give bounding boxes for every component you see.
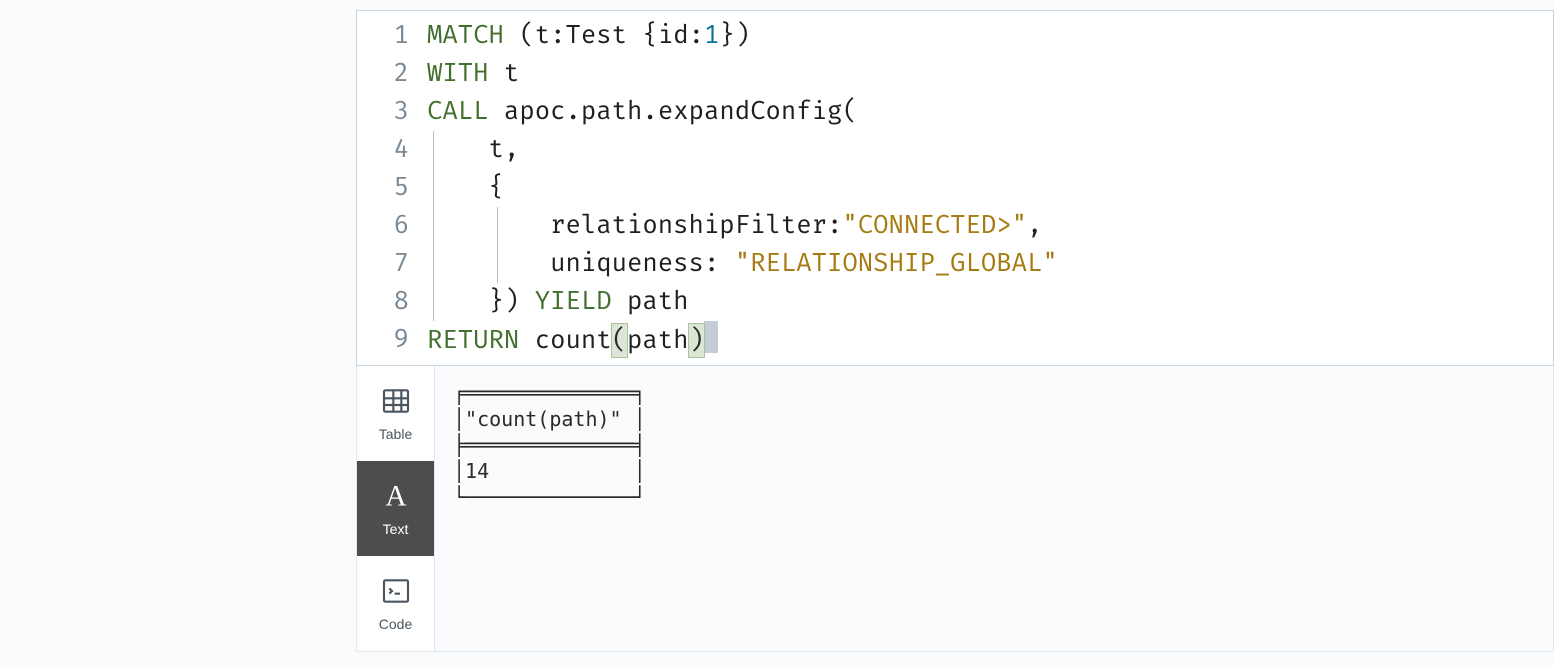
result-line: └──────────────┘ [453,484,1535,510]
tab-table-label: Table [379,426,412,442]
line-number: 4 [357,131,409,169]
query-panel: 123456789 MATCH (t:Test {id:1})WITH tCAL… [356,10,1554,652]
code-line[interactable]: relationshipFilter:"CONNECTED>", [427,207,1553,245]
view-tabs: Table A Text Code [357,366,435,651]
line-number: 3 [357,93,409,131]
text-result-output[interactable]: ╒══════════════╕│"count(path)" │╞═══════… [435,366,1553,651]
cypher-editor[interactable]: 123456789 MATCH (t:Test {id:1})WITH tCAL… [356,10,1554,366]
result-line: │14 │ [453,458,1535,484]
line-number: 6 [357,207,409,245]
code-line[interactable]: RETURN count(path) [427,321,1553,359]
line-number: 5 [357,169,409,207]
table-icon [380,385,412,420]
tab-code[interactable]: Code [357,556,434,651]
code-line[interactable]: }) YIELD path [427,283,1553,321]
code-line[interactable]: { [427,169,1553,207]
cursor [704,321,718,353]
line-number: 1 [357,17,409,55]
svg-text:A: A [385,480,406,512]
line-number: 2 [357,55,409,93]
code-line[interactable]: WITH t [427,55,1553,93]
tab-text-label: Text [383,521,409,537]
tab-code-label: Code [379,616,412,632]
tab-text[interactable]: A Text [357,461,434,556]
result-line: ╞══════════════╡ [453,432,1535,458]
code-line[interactable]: MATCH (t:Test {id:1}) [427,17,1553,55]
line-number: 8 [357,283,409,321]
tab-table[interactable]: Table [357,366,434,461]
code-area[interactable]: MATCH (t:Test {id:1})WITH tCALL apoc.pat… [427,17,1553,359]
line-gutter: 123456789 [357,17,427,359]
results-pane: Table A Text Code [356,366,1554,652]
code-line[interactable]: t, [427,131,1553,169]
code-line[interactable]: CALL apoc.path.expandConfig( [427,93,1553,131]
code-icon [380,575,412,610]
line-number: 7 [357,245,409,283]
result-line: ╒══════════════╕ [453,380,1535,406]
text-icon: A [380,480,412,515]
line-number: 9 [357,321,409,359]
result-line: │"count(path)" │ [453,406,1535,432]
code-line[interactable]: uniqueness: "RELATIONSHIP_GLOBAL" [427,245,1553,283]
